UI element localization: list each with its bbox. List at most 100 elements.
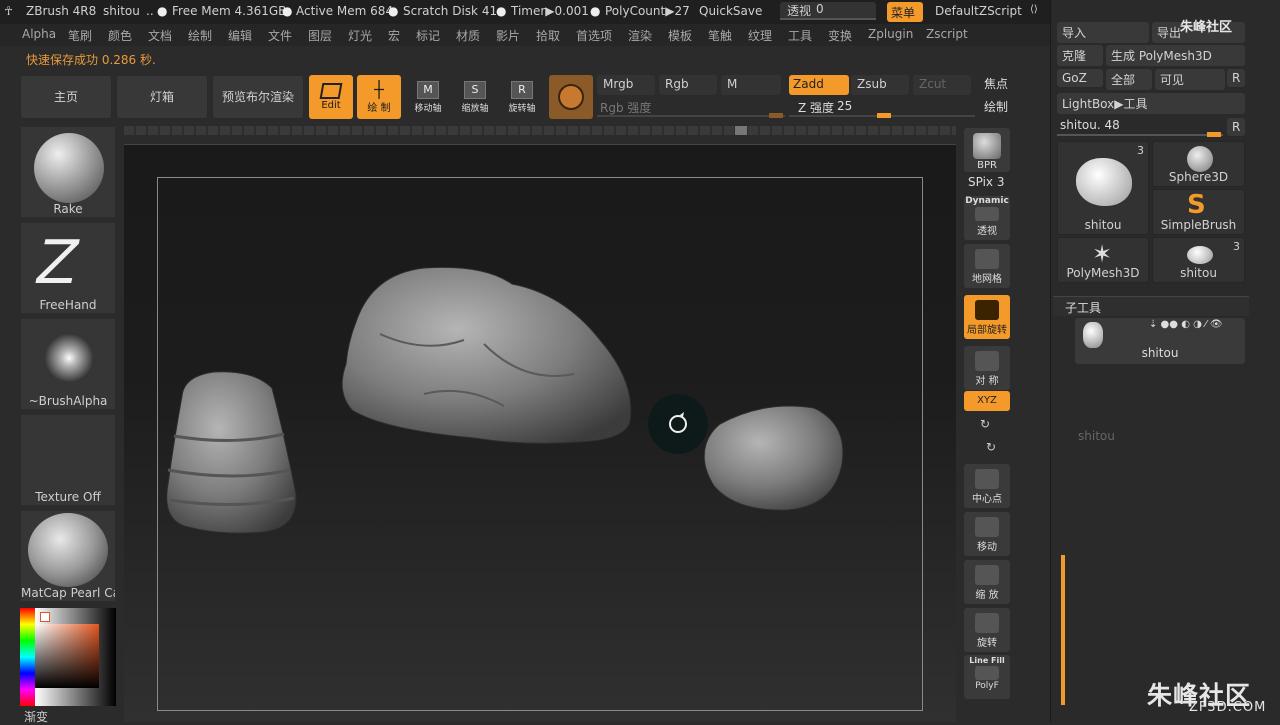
rotate-view-button[interactable]: 旋转: [964, 608, 1010, 652]
rotate-button[interactable]: R 旋转轴: [502, 77, 542, 119]
subtool-controls-icon[interactable]: ⇣ ●● ◐ ◑ ⁄ 👁: [1149, 319, 1223, 330]
bpr-button[interactable]: BPR: [964, 128, 1010, 172]
menu-item[interactable]: 标记: [416, 27, 440, 44]
quicksave-button[interactable]: QuickSave: [699, 4, 762, 18]
menu-item[interactable]: 颜色: [108, 27, 132, 44]
bpr-icon: [973, 133, 1001, 159]
menu-item[interactable]: 模板: [668, 27, 692, 44]
tool-thumb-shitou-2[interactable]: 3 shitou: [1152, 237, 1245, 283]
menu-item[interactable]: 变换: [828, 27, 852, 44]
menu-item[interactable]: 灯光: [348, 27, 372, 44]
visible-button[interactable]: 可见: [1155, 69, 1225, 90]
menu-item[interactable]: 材质: [456, 27, 480, 44]
texture-slot[interactable]: Texture Off: [20, 414, 116, 506]
zsub-toggle[interactable]: Zsub: [851, 75, 909, 95]
saturation-square[interactable]: [35, 624, 99, 688]
transparency-slider[interactable]: 透视 0: [780, 2, 876, 20]
model-viewport[interactable]: [124, 144, 956, 722]
subtool-scrollbar[interactable]: [1061, 555, 1065, 705]
mrgb-toggle[interactable]: Mrgb: [597, 75, 655, 95]
polyf-button[interactable]: Line Fill PolyF: [964, 655, 1010, 699]
draw-button[interactable]: ┼ 绘 制: [357, 75, 401, 119]
menu-item[interactable]: 绘制: [188, 27, 212, 44]
z-intensity-slider[interactable]: Z 强度 25: [789, 98, 975, 118]
perspective-button[interactable]: Dynamic 透视: [964, 196, 1010, 240]
move-button[interactable]: M 移动轴: [408, 77, 448, 119]
m-toggle[interactable]: M: [721, 75, 781, 95]
menu-item[interactable]: 编辑: [228, 27, 252, 44]
subtool-header[interactable]: 子工具: [1053, 296, 1249, 316]
brush-alpha-icon: [44, 333, 94, 383]
small-stone-left[interactable]: [166, 371, 297, 534]
current-tool-slider[interactable]: shitou. 48: [1057, 117, 1223, 137]
material-slot[interactable]: MatCap Pearl Ca: [20, 510, 116, 602]
lightbox-tool-button[interactable]: LightBox▶工具: [1057, 93, 1245, 114]
rotate-label: 旋转轴: [508, 104, 536, 114]
subtool-row[interactable]: ⇣ ●● ◐ ◑ ⁄ 👁 shitou: [1075, 318, 1245, 364]
zadd-toggle[interactable]: Zadd: [789, 75, 849, 95]
tool-thumb-simplebrush[interactable]: S SimpleBrush: [1152, 189, 1245, 235]
r-button[interactable]: R: [1227, 69, 1245, 87]
round-stone-right[interactable]: [703, 405, 844, 511]
brush-slot[interactable]: Rake: [20, 126, 116, 218]
menu-item[interactable]: 文件: [268, 27, 292, 44]
zoom-view-button[interactable]: 缩 放: [964, 560, 1010, 604]
center-button[interactable]: 中心点: [964, 464, 1010, 508]
alpha-slot[interactable]: ~BrushAlpha: [20, 318, 116, 410]
color-cursor-icon[interactable]: [40, 612, 50, 622]
menu-item[interactable]: 文档: [148, 27, 172, 44]
focal-shift-label[interactable]: 焦点: [984, 75, 1014, 95]
local-button[interactable]: 局部旋转: [964, 295, 1010, 339]
menu-item[interactable]: 纹理: [748, 27, 772, 44]
tool-r-button[interactable]: R: [1227, 118, 1245, 136]
menu-item[interactable]: 宏: [388, 27, 400, 44]
bpr-preview-button[interactable]: 预览布尔渲染: [212, 75, 304, 119]
subtool-ghost: shitou: [1078, 429, 1115, 443]
symmetry-button[interactable]: 对 称: [964, 346, 1010, 390]
tool-thumb-sphere3d[interactable]: Sphere3D: [1152, 141, 1245, 187]
all-button[interactable]: 全部: [1106, 69, 1152, 90]
tool-thumb-polymesh3d[interactable]: ✶ PolyMesh3D: [1057, 237, 1149, 283]
canvas-scroll-thumb[interactable]: [735, 126, 747, 135]
move-view-button[interactable]: 移动: [964, 512, 1010, 556]
xyz-button[interactable]: XYZ: [964, 391, 1010, 411]
menu-item[interactable]: 影片: [496, 27, 520, 44]
rgb-toggle[interactable]: Rgb: [659, 75, 717, 95]
menu-item[interactable]: Zplugin: [868, 27, 913, 41]
menu-item[interactable]: 首选项: [576, 27, 612, 44]
menu-item[interactable]: 渲染: [628, 27, 652, 44]
material-swatch-button[interactable]: [549, 75, 593, 119]
home-button[interactable]: 主页: [20, 75, 112, 119]
menu-item[interactable]: 笔刷: [68, 27, 92, 44]
tool-thumb-shitou[interactable]: 3 shitou: [1057, 141, 1149, 235]
make-polymesh-button[interactable]: 生成 PolyMesh3D: [1106, 45, 1245, 66]
color-picker[interactable]: [20, 608, 116, 706]
menu-item[interactable]: Alpha: [22, 27, 56, 41]
rotate-y-icon[interactable]: ↻: [980, 417, 990, 431]
spix-label[interactable]: SPix 3: [968, 175, 1004, 189]
canvas-scroll-strip[interactable]: [124, 126, 956, 135]
floor-button[interactable]: 地网格: [964, 244, 1010, 288]
lightbox-button[interactable]: 灯箱: [116, 75, 208, 119]
goz-button[interactable]: GoZ: [1057, 69, 1103, 87]
menu-button[interactable]: 菜单: [887, 2, 923, 22]
large-stone-center[interactable]: [341, 266, 632, 444]
menu-item[interactable]: 图层: [308, 27, 332, 44]
rgb-intensity-slider[interactable]: Rgb 强度: [597, 98, 785, 118]
scale-button[interactable]: S 缩放轴: [455, 77, 495, 119]
edit-button[interactable]: Edit: [309, 75, 353, 119]
clone-button[interactable]: 克隆: [1057, 45, 1103, 66]
draw-size-label[interactable]: 绘制: [984, 98, 1014, 118]
menu-item[interactable]: 工具: [788, 27, 812, 44]
rotate-z-icon[interactable]: ↻: [986, 440, 996, 454]
menu-item[interactable]: Zscript: [926, 27, 968, 41]
menu-item[interactable]: 笔触: [708, 27, 732, 44]
hue-strip[interactable]: [20, 608, 35, 706]
perspective-grid-icon: [975, 207, 999, 221]
stroke-slot[interactable]: Z FreeHand: [20, 222, 116, 314]
menu-item[interactable]: 拾取: [536, 27, 560, 44]
tool-name: PolyMesh3D: [1066, 266, 1140, 280]
import-button[interactable]: 导入: [1057, 22, 1149, 43]
zcut-toggle[interactable]: Zcut: [913, 75, 971, 95]
layout-icon[interactable]: ⟨⟩: [1030, 4, 1038, 15]
